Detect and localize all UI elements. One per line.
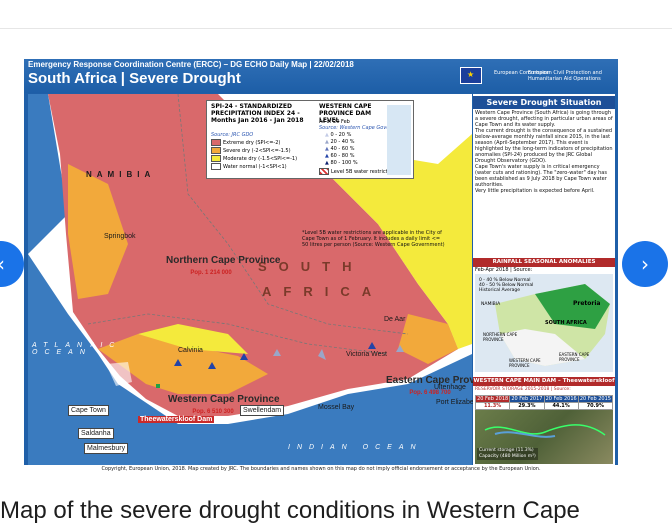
sidebar-bullet: The current drought is the consequence o… (475, 128, 613, 164)
spi-legend-label: Extreme dry (SPI<=-2) (223, 140, 281, 146)
swatch-restriction (319, 168, 329, 175)
rainfall-inset-map: 0 - 40 % Below Normal 40 - 50 % Below No… (475, 274, 613, 372)
next-button[interactable]: › (622, 241, 668, 287)
map-panel: SPI-24 - STANDARDIZED PRECIPITATION INDE… (28, 94, 495, 465)
dam-legend-label: 0 - 20 % (330, 132, 352, 138)
city-uitenhage: Uitenhage (434, 384, 466, 391)
eu-flag-icon (460, 67, 482, 84)
spi-legend-label: Moderate dry (-1.5<SPI<=-1) (223, 156, 298, 162)
spi-legend-label: Water normal (-1<SPI<1) (223, 164, 287, 170)
map-header-subtitle: Emergency Response Coordination Centre (… (28, 60, 354, 69)
spi-legend-item: Moderate dry (-1.5<SPI<=-1) (211, 155, 297, 162)
chevron-right-icon: › (641, 252, 649, 276)
swatch-severe (211, 147, 221, 154)
sidebar-title: Severe Drought Situation (473, 96, 615, 109)
inset-label-northern-cape: NORTHERN CAPE PROVINCE (483, 332, 518, 342)
dam-satellite-photo: Current storage (11.3%) Capacity (480 Mi… (475, 410, 613, 464)
label-namibia: NAMIBIA (86, 170, 156, 179)
prev-button[interactable]: ‹ (0, 241, 24, 287)
rainfall-legend-item: Historical Average (479, 288, 520, 293)
table-row: 20 Feb 2018 20 Feb 2017 20 Feb 2016 20 F… (474, 395, 614, 403)
dam-panel-subtitle: RESERVOIR STORAGE 2015-2018 | Source: (475, 387, 571, 392)
top-divider (0, 28, 672, 29)
city-victoria-west: Victoria West (346, 351, 387, 358)
swatch-normal (211, 163, 221, 170)
inset-label-namibia: NAMIBIA (481, 302, 501, 307)
label-northern-cape: Northern Cape Province Pop. 1 214 000 (166, 255, 280, 279)
dam-legend-item: ▲ 40 - 60 % (325, 146, 355, 152)
map-legend: SPI-24 - STANDARDIZED PRECIPITATION INDE… (206, 100, 414, 179)
sidebar-bullet: Very little precipitation is expected be… (475, 188, 595, 194)
dam-legend-label: 80 - 100 % (330, 160, 358, 166)
table-header-cell: 20 Feb 2017 (509, 395, 545, 403)
map-header: Emergency Response Coordination Centre (… (24, 59, 618, 93)
label-theewaterskloof-dam: Theewaterskloof Dam (138, 416, 215, 423)
spi-legend-title: SPI-24 - STANDARDIZED PRECIPITATION INDE… (211, 103, 304, 124)
table-cell: 11.3% (474, 402, 511, 410)
table-cell: 29.3% (509, 402, 545, 410)
northern-cape-population: Pop. 1 214 000 (190, 270, 232, 276)
western-cape-name: Western Cape Province (168, 394, 280, 405)
city-cape-town: Cape Town (68, 405, 109, 416)
dam-photo-legend-item: Capacity (480 Million m³) (479, 454, 536, 459)
swatch-extreme (211, 139, 221, 146)
city-springbok: Springbok (104, 233, 136, 240)
city-malmesbury: Malmesbury (84, 443, 129, 454)
situation-sidebar: Severe Drought Situation Western Cape Pr… (473, 94, 615, 465)
map-title: South Africa | Severe Drought (28, 70, 241, 87)
inset-label-western-cape: WESTERN CAPE PROVINCE (509, 358, 541, 368)
dam-legend-item: ▲ 60 - 80 % (325, 153, 355, 159)
sidebar-bullet: Western Cape Province (South Africa) is … (475, 110, 613, 128)
drought-map-image: Emergency Response Coordination Centre (… (24, 59, 618, 474)
inset-label-south-africa: SOUTH AFRICA (545, 320, 587, 326)
restriction-note: *Level 5B water restrictions are applica… (302, 230, 445, 248)
dam-legend-item: ▲ 20 - 40 % (325, 139, 355, 145)
spi-legend-label: Severe dry (-2<SPI<=-1.5) (223, 148, 291, 154)
label-africa: AFRICA (262, 284, 384, 299)
echo-label: European Civil Protection and Humanitari… (528, 70, 602, 82)
city-mossel-bay: Mossel Bay (318, 404, 355, 411)
spi-legend-item: Extreme dry (SPI<=-2) (211, 139, 280, 146)
dam-legend-label: 40 - 60 % (330, 146, 355, 152)
table-header-cell: 20 Feb 2018 (474, 395, 511, 403)
city-calvinia: Calvinia (178, 347, 203, 354)
northern-cape-name: Northern Cape Province (166, 255, 281, 266)
dam-legend-item: ▲ 80 - 100 % (325, 160, 358, 166)
restriction-legend-item: Level 5B water restriction* (319, 168, 398, 175)
dam-storage-table: 20 Feb 2018 20 Feb 2017 20 Feb 2016 20 F… (474, 395, 614, 410)
dam-legend-label: 20 - 40 % (330, 139, 355, 145)
chevron-left-icon: ‹ (0, 252, 5, 276)
rainfall-panel-title: RAINFALL SEASONAL ANOMALIES (473, 258, 615, 267)
spi-legend-item: Water normal (-1<SPI<1) (211, 163, 287, 170)
table-cell: 44.1% (543, 402, 579, 410)
africa-locator-icon (387, 105, 411, 175)
sidebar-bullet: Cape Town's water supply is in critical … (475, 164, 607, 188)
label-indian-ocean: INDIAN OCEAN (288, 444, 423, 451)
spi-legend-item: Severe dry (-2<SPI<=-1.5) (211, 147, 291, 154)
map-copyright: Copyright, European Union, 2018. Map cre… (24, 465, 618, 474)
spi-source: Source: JRC GDO (211, 132, 254, 138)
table-header-cell: 20 Feb 2015 (577, 395, 614, 403)
swatch-moderate (211, 155, 221, 162)
table-row: 11.3% 29.3% 44.1% 70.9% (474, 402, 614, 410)
inset-label-eastern-cape: EASTERN CAPE PROVINCE (559, 352, 590, 362)
city-saldanha: Saldanha (78, 428, 114, 439)
label-atlantic-ocean: ATLANTIC OCEAN (32, 342, 122, 356)
dam-legend-item: ▲ 0 - 20 % (325, 132, 352, 138)
dam-panel-title: WESTERN CAPE MAIN DAM – Theewaterskloof (473, 377, 615, 386)
sidebar-bullets: Western Cape Province (South Africa) is … (475, 110, 613, 194)
rainfall-panel-subtitle: Feb-Apr 2018 | Source: (475, 267, 533, 273)
table-cell: 70.9% (577, 402, 614, 410)
image-caption: Map of the severe drought conditions in … (0, 497, 580, 524)
city-de-aar: De Aar (384, 316, 406, 323)
table-header-cell: 20 Feb 2016 (543, 395, 579, 403)
western-cape-population: Pop. 6 510 300 (192, 409, 234, 415)
rainfall-legend: 0 - 40 % Below Normal 40 - 50 % Below No… (479, 278, 533, 293)
dam-legend-label: 60 - 80 % (330, 153, 355, 159)
city-swellendam: Swellendam (240, 405, 285, 416)
dam-photo-legend: Current storage (11.3%) Capacity (480 Mi… (477, 448, 538, 460)
inset-label-pretoria: Pretoria (573, 300, 601, 307)
